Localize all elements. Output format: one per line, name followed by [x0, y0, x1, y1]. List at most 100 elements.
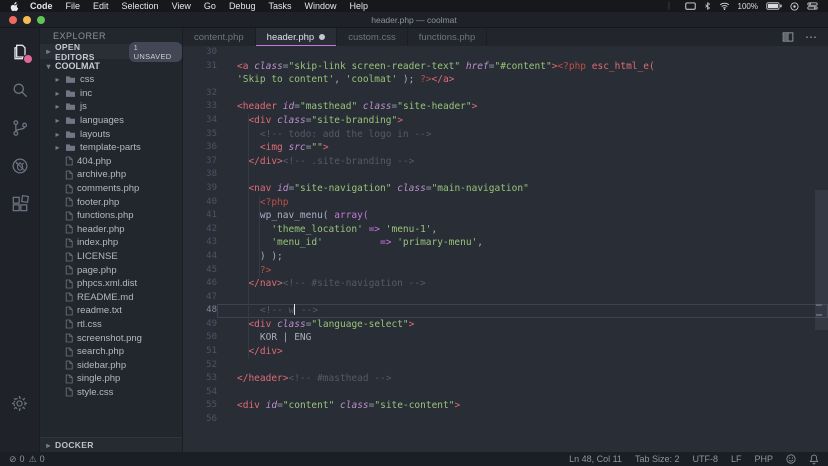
- tree-file-single.php[interactable]: single.php: [40, 372, 182, 386]
- activitybar-search[interactable]: [0, 71, 40, 109]
- language-mode[interactable]: PHP: [754, 454, 773, 464]
- apple-menu-icon[interactable]: [10, 1, 20, 12]
- tree-folder-layouts[interactable]: ▸layouts: [40, 127, 182, 141]
- tree-folder-languages[interactable]: ▸languages: [40, 114, 182, 128]
- menu-item-help[interactable]: Help: [350, 1, 369, 11]
- code-line-39[interactable]: 39 <nav id="site-navigation" class="main…: [183, 182, 828, 196]
- tree-file-search.php[interactable]: search.php: [40, 345, 182, 359]
- tree-folder-css[interactable]: ▸css: [40, 73, 182, 87]
- activitybar-explorer[interactable]: [0, 33, 40, 71]
- activitybar-debug[interactable]: [0, 147, 40, 185]
- activitybar-source-control[interactable]: [0, 109, 40, 147]
- code-line-42[interactable]: 42 'theme_location' => 'menu-1',: [183, 223, 828, 237]
- bluetooth-icon[interactable]: [704, 1, 711, 11]
- menu-item-code[interactable]: Code: [30, 1, 53, 11]
- code-line-50[interactable]: 50 KOR | ENG: [183, 331, 828, 345]
- activitybar-extensions[interactable]: [0, 185, 40, 223]
- menu-item-selection[interactable]: Selection: [122, 1, 159, 11]
- tab-custom.css[interactable]: custom.css: [337, 28, 408, 46]
- siri-icon[interactable]: [790, 2, 799, 11]
- tree-folder-template-parts[interactable]: ▸template-parts: [40, 141, 182, 155]
- unsaved-dot-icon[interactable]: [319, 34, 325, 40]
- file-name: page.php: [77, 265, 117, 276]
- tree-file-functions.php[interactable]: functions.php: [40, 209, 182, 223]
- tree-folder-js[interactable]: ▸js: [40, 100, 182, 114]
- tree-file-phpcs.xml.dist[interactable]: phpcs.xml.dist: [40, 277, 182, 291]
- split-editor-icon[interactable]: [782, 31, 794, 43]
- notifications-bell[interactable]: [809, 454, 819, 465]
- scrollbar-thumb[interactable]: [815, 190, 828, 330]
- tree-file-sidebar.php[interactable]: sidebar.php: [40, 358, 182, 372]
- tree-file-404.php[interactable]: 404.php: [40, 155, 182, 169]
- menu-item-debug[interactable]: Debug: [229, 1, 256, 11]
- battery-icon[interactable]: [766, 2, 782, 10]
- tree-file-page.php[interactable]: page.php: [40, 263, 182, 277]
- code-line-51[interactable]: 51 </div>: [183, 345, 828, 359]
- menu-item-view[interactable]: View: [172, 1, 191, 11]
- more-actions-icon[interactable]: ⋯: [805, 32, 817, 42]
- tree-file-comments.php[interactable]: comments.php: [40, 182, 182, 196]
- code-line-36[interactable]: 36 <img src="">: [183, 141, 828, 155]
- tree-file-index.php[interactable]: index.php: [40, 236, 182, 250]
- eol-indicator[interactable]: LF: [731, 454, 742, 464]
- code-line-54[interactable]: 54: [183, 386, 828, 400]
- tree-file-archive.php[interactable]: archive.php: [40, 168, 182, 182]
- code-line-31[interactable]: 31<a class="skip-link screen-reader-text…: [183, 60, 828, 74]
- tree-file-style.css[interactable]: style.css: [40, 386, 182, 400]
- code-line-35[interactable]: 35 <!-- todo: add the logo in -->: [183, 128, 828, 142]
- cursor-position[interactable]: Ln 48, Col 11: [569, 454, 622, 464]
- feedback-smiley[interactable]: [786, 454, 796, 464]
- control-center-icon[interactable]: [807, 2, 818, 10]
- tree-file-header.php[interactable]: header.php: [40, 223, 182, 237]
- code-line-52[interactable]: 52: [183, 359, 828, 373]
- menu-item-file[interactable]: File: [66, 1, 81, 11]
- activitybar-settings[interactable]: [0, 384, 40, 422]
- tab-functions.php[interactable]: functions.php: [408, 28, 488, 46]
- tree-file-LICENSE[interactable]: LICENSE: [40, 250, 182, 264]
- code-line-53[interactable]: 53</header><!-- #masthead -->: [183, 372, 828, 386]
- code-line-56[interactable]: 56: [183, 413, 828, 427]
- code-line-55[interactable]: 55<div id="content" class="site-content"…: [183, 399, 828, 413]
- root-folder-row[interactable]: ▾ COOLMAT: [40, 59, 182, 73]
- code-line-40[interactable]: 40 <?php: [183, 196, 828, 210]
- encoding-indicator[interactable]: UTF-8: [692, 454, 718, 464]
- display-icon[interactable]: [685, 2, 696, 11]
- line-content: <img src="">: [217, 141, 828, 155]
- menu-item-window[interactable]: Window: [304, 1, 336, 11]
- code-line-33[interactable]: 33<header id="masthead" class="site-head…: [183, 100, 828, 114]
- close-window-button[interactable]: [9, 16, 17, 24]
- tab-content.php[interactable]: content.php: [183, 28, 256, 46]
- code-line-38[interactable]: 38: [183, 168, 828, 182]
- tree-file-screenshot.png[interactable]: screenshot.png: [40, 331, 182, 345]
- code-line-wrap[interactable]: 'Skip to content', 'coolmat' ); ?></a>: [183, 73, 828, 87]
- open-editors-section[interactable]: ▸ OPEN EDITORS 1 UNSAVED: [40, 44, 182, 59]
- error-indicator[interactable]: ⊘ 0: [9, 454, 25, 465]
- code-line-48[interactable]: 48 <!-- w -->: [183, 304, 828, 318]
- code-line-34[interactable]: 34 <div class="site-branding">: [183, 114, 828, 128]
- tree-folder-inc[interactable]: ▸inc: [40, 87, 182, 101]
- code-line-47[interactable]: 47: [183, 291, 828, 305]
- zoom-window-button[interactable]: [37, 16, 45, 24]
- tree-file-readme.txt[interactable]: readme.txt: [40, 304, 182, 318]
- docker-section[interactable]: ▸ DOCKER: [40, 437, 182, 452]
- minimize-window-button[interactable]: [23, 16, 31, 24]
- code-line-44[interactable]: 44 ) );: [183, 250, 828, 264]
- code-line-45[interactable]: 45 ?>: [183, 264, 828, 278]
- code-line-32[interactable]: 32: [183, 87, 828, 101]
- tree-file-README.md[interactable]: README.md: [40, 291, 182, 305]
- menu-item-tasks[interactable]: Tasks: [268, 1, 291, 11]
- tab-header.php[interactable]: header.php: [256, 28, 338, 46]
- tab-size-indicator[interactable]: Tab Size: 2: [635, 454, 680, 464]
- code-line-41[interactable]: 41 wp_nav_menu( array(: [183, 209, 828, 223]
- code-line-30[interactable]: 30: [183, 46, 828, 60]
- warning-indicator[interactable]: ⚠ 0: [29, 454, 45, 465]
- code-line-37[interactable]: 37 </div><!-- .site-branding -->: [183, 155, 828, 169]
- menu-item-go[interactable]: Go: [204, 1, 216, 11]
- tree-file-footer.php[interactable]: footer.php: [40, 195, 182, 209]
- code-line-49[interactable]: 49 <div class="language-select">: [183, 318, 828, 332]
- wifi-icon[interactable]: [719, 2, 730, 10]
- tree-file-rtl.css[interactable]: rtl.css: [40, 318, 182, 332]
- code-line-46[interactable]: 46 </nav><!-- #site-navigation -->: [183, 277, 828, 291]
- code-line-43[interactable]: 43 'menu_id' => 'primary-menu',: [183, 236, 828, 250]
- menu-item-edit[interactable]: Edit: [93, 1, 109, 11]
